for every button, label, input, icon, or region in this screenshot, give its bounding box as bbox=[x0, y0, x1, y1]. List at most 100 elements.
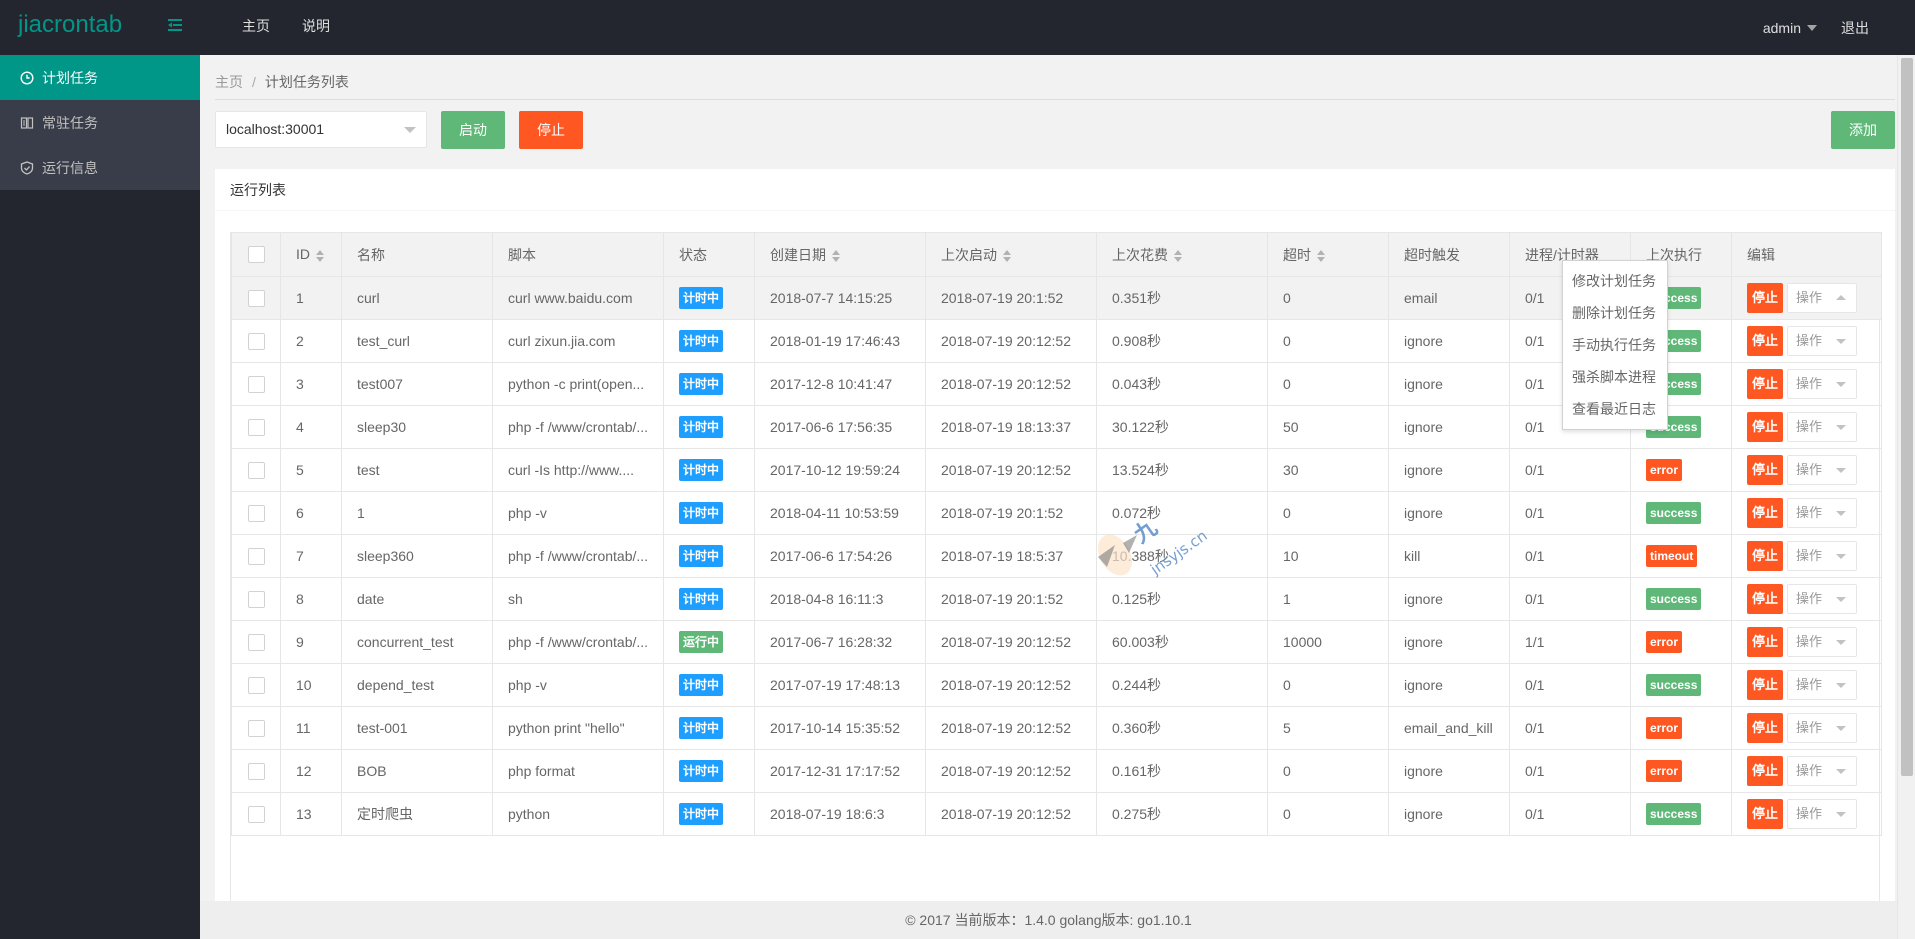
cell-last-result: success bbox=[1630, 577, 1732, 621]
row-actions-button[interactable]: 操作 bbox=[1787, 799, 1858, 829]
column-header-last-start[interactable]: 上次启动 bbox=[925, 232, 1097, 277]
row-actions-button[interactable]: 操作 bbox=[1787, 756, 1858, 786]
row-checkbox[interactable] bbox=[247, 805, 265, 823]
row-checkbox[interactable] bbox=[247, 504, 265, 522]
column-header-last-cost[interactable]: 上次花费 bbox=[1096, 232, 1268, 277]
row-actions-button[interactable]: 操作 bbox=[1787, 584, 1858, 614]
cell-state: 计时中 bbox=[663, 491, 755, 535]
cell-created: 2017-06-6 17:54:26 bbox=[754, 534, 926, 578]
shield-check-icon bbox=[20, 160, 34, 175]
row-stop-button[interactable]: 停止 bbox=[1747, 670, 1784, 700]
menu-item-run-manually[interactable]: 手动执行任务 bbox=[1563, 329, 1667, 361]
row-checkbox[interactable] bbox=[247, 375, 265, 393]
sidebar-item-daemon-tasks[interactable]: 常驻任务 bbox=[0, 100, 200, 145]
menu-item-view-logs[interactable]: 查看最近日志 bbox=[1563, 393, 1667, 425]
start-button[interactable]: 启动 bbox=[441, 111, 505, 149]
row-stop-button[interactable]: 停止 bbox=[1747, 541, 1784, 571]
row-stop-button[interactable]: 停止 bbox=[1747, 498, 1784, 528]
column-header-id[interactable]: ID bbox=[280, 232, 342, 277]
row-actions-button[interactable]: 操作 bbox=[1787, 713, 1858, 743]
row-actions-button[interactable]: 操作 bbox=[1787, 369, 1858, 399]
column-header-created[interactable]: 创建日期 bbox=[754, 232, 926, 277]
sort-icon[interactable] bbox=[316, 249, 325, 263]
logout-link[interactable]: 退出 bbox=[1841, 18, 1869, 38]
stop-button[interactable]: 停止 bbox=[519, 111, 583, 149]
cell-name: test-001 bbox=[341, 706, 493, 750]
row-actions-button[interactable]: 操作 bbox=[1787, 541, 1858, 571]
row-checkbox[interactable] bbox=[247, 676, 265, 694]
column-header-timeout[interactable]: 超时 bbox=[1267, 232, 1389, 277]
row-checkbox[interactable] bbox=[247, 332, 265, 350]
table-row[interactable]: 7 sleep360 php -f /www/crontab/... 计时中 2017-… bbox=[231, 534, 1882, 578]
table-row[interactable]: 11 test-001 python print "hello" 计时中 2017-10… bbox=[231, 706, 1882, 750]
select-all-checkbox[interactable] bbox=[247, 246, 265, 264]
table-row[interactable]: 12 BOB php format 计时中 2017-12-31 17:17:52 201… bbox=[231, 749, 1882, 793]
row-checkbox[interactable] bbox=[247, 547, 265, 565]
table-row[interactable]: 5 test curl -Is http://www.... 计时中 2017-10-1… bbox=[231, 448, 1882, 492]
sidebar-item-run-info[interactable]: 运行信息 bbox=[0, 145, 200, 190]
app-logo[interactable]: jiacrontab bbox=[18, 11, 122, 39]
state-badge: 计时中 bbox=[679, 287, 724, 309]
nav-docs[interactable]: 说明 bbox=[286, 0, 346, 55]
cell-name: test bbox=[341, 448, 493, 492]
cell-script: python print "hello" bbox=[492, 706, 664, 750]
row-actions-button[interactable]: 操作 bbox=[1787, 455, 1858, 485]
row-checkbox[interactable] bbox=[247, 633, 265, 651]
cell-created: 2018-07-7 14:15:25 bbox=[754, 276, 926, 320]
row-stop-button[interactable]: 停止 bbox=[1747, 584, 1784, 614]
row-stop-button[interactable]: 停止 bbox=[1747, 369, 1784, 399]
menu-item-edit-task[interactable]: 修改计划任务 bbox=[1563, 265, 1667, 297]
cell-state: 计时中 bbox=[663, 749, 755, 793]
nav-home[interactable]: 主页 bbox=[226, 0, 286, 55]
cell-id: 5 bbox=[280, 448, 342, 492]
cell-last-result: error bbox=[1630, 706, 1732, 750]
sidebar-toggle-icon[interactable] bbox=[166, 16, 184, 34]
row-checkbox[interactable] bbox=[247, 719, 265, 737]
row-actions-button[interactable]: 操作 bbox=[1787, 412, 1858, 442]
row-actions-button[interactable]: 操作 bbox=[1787, 326, 1858, 356]
columns-icon bbox=[20, 116, 34, 130]
column-header-name: 名称 bbox=[341, 232, 493, 277]
row-actions-button[interactable]: 操作 bbox=[1787, 627, 1858, 657]
row-stop-button[interactable]: 停止 bbox=[1747, 756, 1784, 786]
table-row[interactable]: 6 1 php -v 计时中 2018-04-11 10:53:59 2018-07-19… bbox=[231, 491, 1882, 535]
row-stop-button[interactable]: 停止 bbox=[1747, 799, 1784, 829]
row-checkbox[interactable] bbox=[247, 418, 265, 436]
state-badge: 计时中 bbox=[679, 502, 724, 524]
row-stop-button[interactable]: 停止 bbox=[1747, 455, 1784, 485]
page-scrollbar[interactable] bbox=[1897, 55, 1915, 939]
table-row[interactable]: 9 concurrent_test php -f /www/crontab/... 运… bbox=[231, 620, 1882, 664]
table-row[interactable]: 13 定时爬虫 python 计时中 2018-07-19 18:6:3 2018-07-… bbox=[231, 792, 1882, 836]
table-row[interactable]: 8 date sh 计时中 2018-04-8 16:11:3 2018-07-19 20… bbox=[231, 577, 1882, 621]
row-checkbox[interactable] bbox=[247, 590, 265, 608]
row-select-cell bbox=[231, 362, 281, 406]
row-checkbox[interactable] bbox=[247, 461, 265, 479]
scrollbar-thumb[interactable] bbox=[1901, 58, 1913, 776]
breadcrumb-home[interactable]: 主页 bbox=[215, 74, 243, 90]
row-actions-button[interactable]: 操作 bbox=[1787, 498, 1858, 528]
sort-icon[interactable] bbox=[1317, 249, 1326, 263]
state-badge: 运行中 bbox=[679, 631, 724, 653]
row-stop-button[interactable]: 停止 bbox=[1747, 412, 1784, 442]
host-select[interactable]: localhost:30001 bbox=[215, 111, 427, 148]
row-checkbox[interactable] bbox=[247, 762, 265, 780]
row-stop-button[interactable]: 停止 bbox=[1747, 326, 1784, 356]
sort-icon[interactable] bbox=[1174, 249, 1183, 263]
menu-item-delete-task[interactable]: 删除计划任务 bbox=[1563, 297, 1667, 329]
row-actions-button[interactable]: 操作 bbox=[1787, 670, 1858, 700]
sort-icon[interactable] bbox=[832, 249, 841, 263]
user-menu[interactable]: admin bbox=[1763, 20, 1817, 36]
row-actions-label: 操作 bbox=[1796, 806, 1823, 821]
row-stop-button[interactable]: 停止 bbox=[1747, 713, 1784, 743]
sidebar-item-scheduled-tasks[interactable]: 计划任务 bbox=[0, 55, 200, 100]
add-button[interactable]: 添加 bbox=[1831, 111, 1895, 149]
caret-down-icon bbox=[1836, 640, 1847, 645]
table-row[interactable]: 10 depend_test php -v 计时中 2017-07-19 17:48:1… bbox=[231, 663, 1882, 707]
row-actions-button[interactable]: 操作 bbox=[1787, 283, 1858, 313]
row-checkbox[interactable] bbox=[247, 289, 265, 307]
menu-item-kill-process[interactable]: 强杀脚本进程 bbox=[1563, 361, 1667, 393]
sort-icon[interactable] bbox=[1003, 249, 1012, 263]
row-stop-button[interactable]: 停止 bbox=[1747, 283, 1784, 313]
row-stop-button[interactable]: 停止 bbox=[1747, 627, 1784, 657]
row-select-cell bbox=[231, 792, 281, 836]
